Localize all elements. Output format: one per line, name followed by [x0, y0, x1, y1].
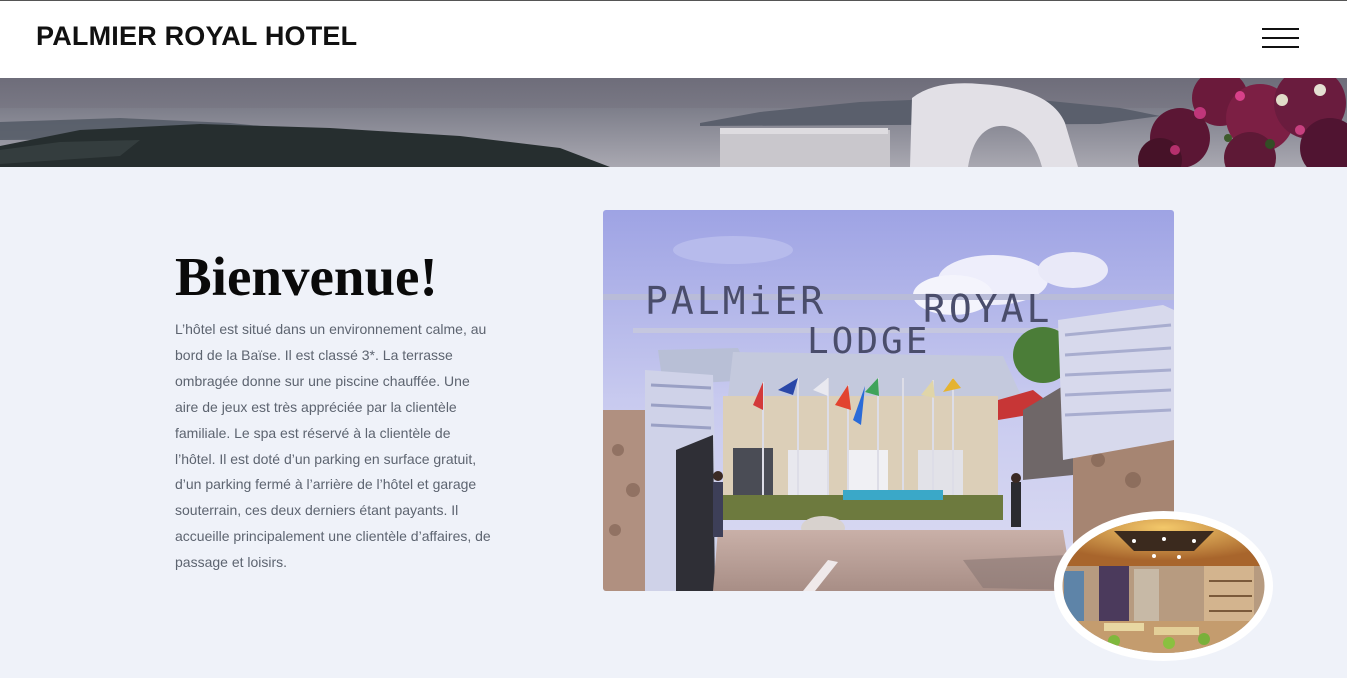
coastal-landscape-image	[0, 78, 1347, 167]
site-header: PALMIER ROYAL HOTEL	[0, 0, 1347, 78]
sign-line-2: ROYAL	[923, 287, 1053, 331]
hamburger-menu-icon[interactable]	[1262, 27, 1300, 51]
brand-logo-text[interactable]: PALMIER ROYAL HOTEL	[36, 21, 357, 52]
sign-line-1: PALMiER	[645, 279, 827, 323]
restaurant-interior-image	[1054, 511, 1273, 661]
sign-line-3: LODGE	[807, 321, 931, 362]
hero-banner-image	[0, 78, 1347, 167]
welcome-title: Bienvenue!	[175, 246, 438, 307]
welcome-description: L’hôtel est situé dans un environnement …	[175, 321, 491, 571]
welcome-section: Bienvenue! L’hôtel est situé dans un env…	[0, 167, 1347, 678]
